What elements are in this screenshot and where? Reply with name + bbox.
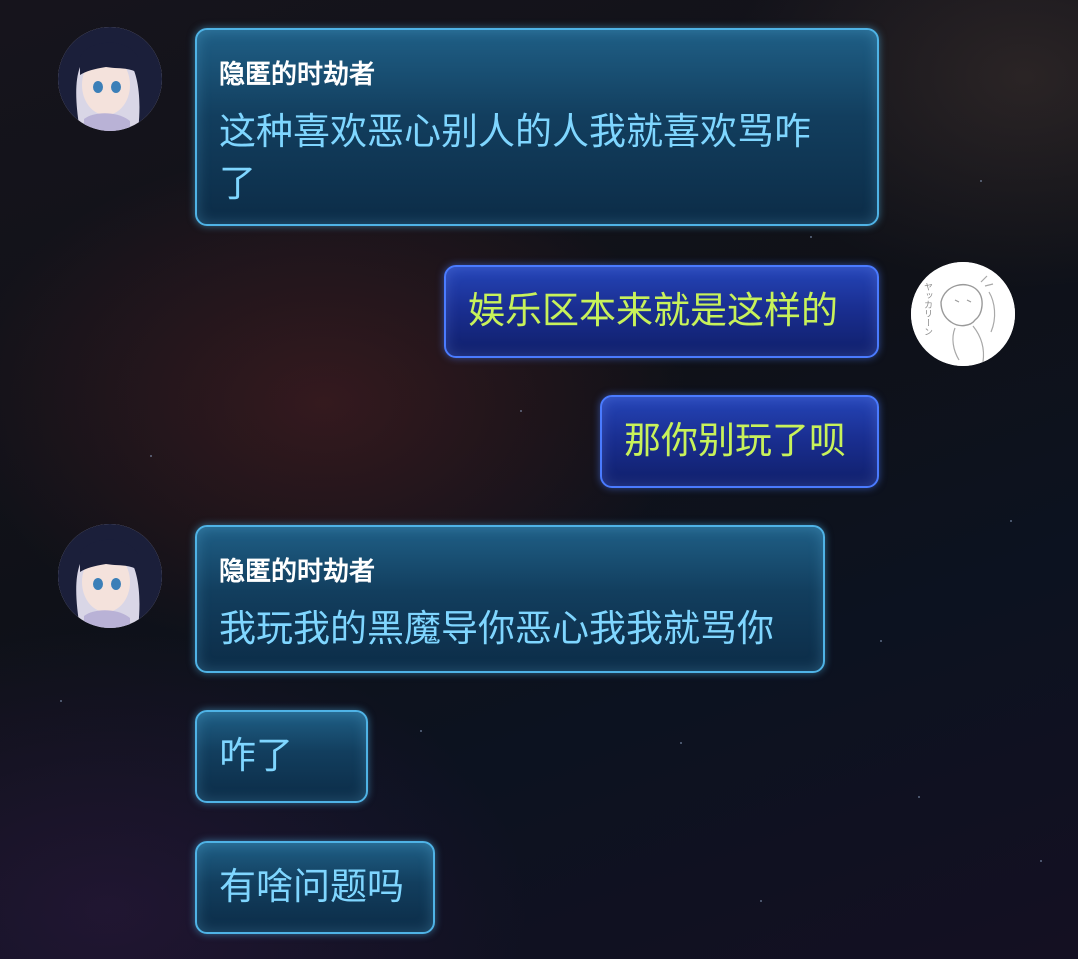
sender-name: 隐匿的时劫者 xyxy=(219,557,376,587)
message-text-line: 这种喜欢恶心别人的人我就喜欢骂咋 xyxy=(219,110,811,153)
anime-girl-avatar-icon xyxy=(58,27,162,131)
message-text-line: 娱乐区本来就是这样的 xyxy=(468,289,838,332)
message-bubble[interactable]: 隐匿的时劫者 我玩我的黑魔导你恶心我我就骂你 xyxy=(195,525,825,673)
message-text-line: 了 xyxy=(219,162,256,205)
message-bubble[interactable]: 有啥问题吗 xyxy=(195,841,435,934)
message-bubble[interactable]: 隐匿的时劫者 这种喜欢恶心别人的人我就喜欢骂咋 了 xyxy=(195,28,879,226)
message-bubble[interactable]: 娱乐区本来就是这样的 xyxy=(444,265,879,358)
sender-avatar[interactable] xyxy=(58,524,162,628)
message-text-line: 那你别玩了呗 xyxy=(624,419,846,462)
message-text-line: 我玩我的黑魔导你恶心我我就骂你 xyxy=(219,607,774,650)
message-text-line: 有啥问题吗 xyxy=(219,865,404,908)
avatar-caption: ヤッカリーン xyxy=(922,282,932,336)
message-bubble[interactable]: 那你别玩了呗 xyxy=(600,395,879,488)
sender-name: 隐匿的时劫者 xyxy=(219,60,376,90)
sender-avatar[interactable] xyxy=(58,27,162,131)
message-bubble[interactable]: 咋了 xyxy=(195,710,368,803)
anime-girl-avatar-icon xyxy=(58,524,162,628)
message-text-line: 咋了 xyxy=(219,734,293,777)
self-avatar[interactable]: ヤッカリーン xyxy=(911,262,1015,366)
